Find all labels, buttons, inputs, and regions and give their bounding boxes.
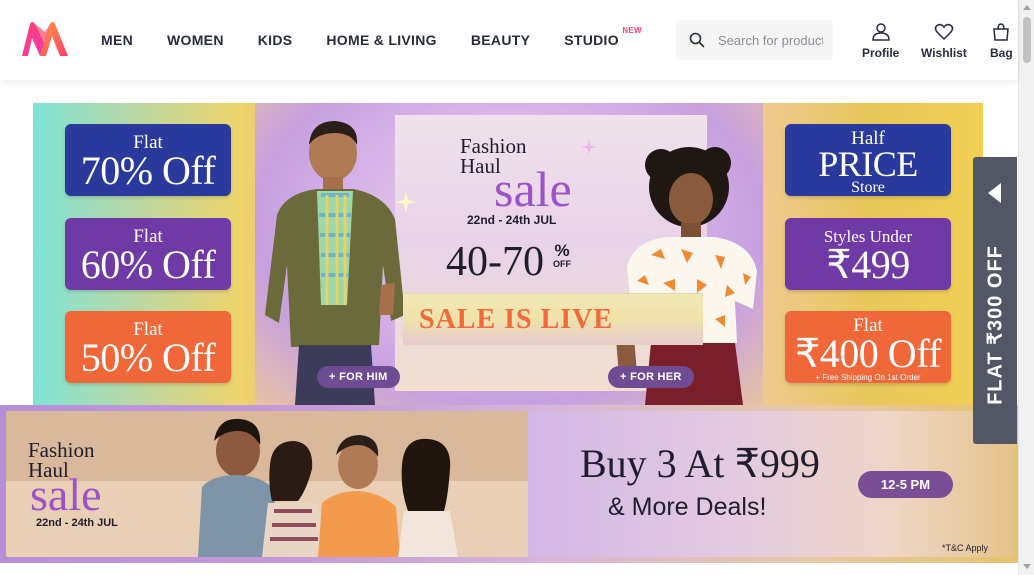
nav-studio[interactable]: STUDIO NEW bbox=[547, 0, 641, 80]
profile-label: Profile bbox=[862, 46, 900, 60]
side-tab-label: FLAT ₹300 OFF bbox=[984, 245, 1007, 405]
nav-label: STUDIO bbox=[564, 32, 619, 48]
tile-big-text: PRICE bbox=[818, 144, 918, 184]
wishlist-button[interactable]: Wishlist bbox=[921, 22, 967, 60]
banner2-dates: 22nd - 24th JUL bbox=[36, 517, 118, 529]
scroll-up-icon[interactable] bbox=[1023, 5, 1031, 10]
tile-flat-70[interactable]: Flat 70% Off bbox=[65, 124, 231, 196]
sparkle-icon bbox=[395, 191, 417, 213]
page: MEN WOMEN KIDS HOME & LIVING BEAUTY STUD… bbox=[0, 0, 1034, 575]
tile-small-text: Store bbox=[851, 179, 885, 196]
heart-icon bbox=[934, 23, 954, 41]
nav-kids[interactable]: KIDS bbox=[241, 0, 310, 80]
header: MEN WOMEN KIDS HOME & LIVING BEAUTY STUD… bbox=[0, 0, 1018, 80]
search-input[interactable] bbox=[718, 32, 823, 48]
profile-icon bbox=[871, 23, 890, 41]
profile-button[interactable]: Profile bbox=[862, 22, 899, 60]
tile-big-text: 60% Off bbox=[80, 242, 216, 287]
for-him-button[interactable]: + FOR HIM bbox=[317, 366, 400, 388]
nav-label: MEN bbox=[101, 32, 134, 48]
center-panel: Fashion Haul sale 22nd - 24th JUL 40-70 %… bbox=[255, 103, 763, 405]
nav-home-living[interactable]: HOME & LIVING bbox=[309, 0, 453, 80]
more-deals-text: & More Deals! bbox=[608, 493, 767, 521]
tile-big-text: 50% Off bbox=[80, 335, 216, 380]
nav-label: KIDS bbox=[257, 32, 293, 48]
man-model-image bbox=[265, 121, 405, 405]
tile-big-text: ₹499 bbox=[826, 242, 910, 287]
next-section-edge bbox=[0, 563, 1018, 575]
tile-styles-under[interactable]: Styles Under ₹499 bbox=[785, 218, 951, 290]
discount-suffix: % OFF bbox=[553, 241, 571, 269]
vertical-scrollbar[interactable] bbox=[1018, 0, 1034, 575]
tile-flat-60[interactable]: Flat 60% Off bbox=[65, 218, 231, 290]
time-pill: 12-5 PM bbox=[858, 471, 953, 498]
tc-note: *T&C Apply bbox=[942, 543, 989, 553]
search-icon[interactable] bbox=[676, 20, 718, 60]
flat-300-off-side-tab[interactable]: FLAT ₹300 OFF bbox=[973, 157, 1017, 444]
search-bar[interactable] bbox=[676, 20, 833, 60]
scroll-down-icon[interactable] bbox=[1023, 564, 1031, 569]
sale-word: sale bbox=[494, 161, 572, 217]
nav-label: WOMEN bbox=[167, 32, 224, 48]
percent-sign: % bbox=[554, 241, 570, 260]
off-label: OFF bbox=[553, 259, 571, 269]
tile-big-text: ₹400 Off bbox=[794, 331, 942, 376]
chevron-left-icon bbox=[988, 183, 1001, 203]
myntra-logo[interactable] bbox=[20, 20, 70, 58]
sale-dates: 22nd - 24th JUL bbox=[467, 213, 557, 227]
bag-label: Bag bbox=[990, 46, 1013, 60]
for-her-button[interactable]: + FOR HER bbox=[608, 366, 694, 388]
bag-button[interactable]: Bag bbox=[990, 22, 1013, 60]
bag-icon bbox=[993, 23, 1010, 41]
new-badge: NEW bbox=[622, 26, 642, 35]
nav-label: BEAUTY bbox=[470, 32, 531, 48]
scroll-thumb[interactable] bbox=[1023, 17, 1031, 63]
tile-half-price[interactable]: Half PRICE Store bbox=[785, 124, 951, 196]
sale-live-text: SALE IS LIVE bbox=[419, 304, 614, 335]
nav-men[interactable]: MEN bbox=[84, 0, 150, 80]
nav-women[interactable]: WOMEN bbox=[150, 0, 241, 80]
main-nav: MEN WOMEN KIDS HOME & LIVING BEAUTY STUD… bbox=[84, 0, 642, 80]
wishlist-label: Wishlist bbox=[921, 46, 967, 60]
tile-flat-400[interactable]: Flat ₹400 Off + Free Shipping On 1st Ord… bbox=[785, 311, 951, 383]
fashion-haul-banner[interactable]: Flat 70% Off Flat 60% Off Flat 50% Off F… bbox=[33, 103, 983, 405]
sparkle-icon bbox=[581, 139, 597, 155]
tile-flat-50[interactable]: Flat 50% Off bbox=[65, 311, 231, 383]
tile-big-text: 70% Off bbox=[80, 148, 216, 193]
nav-beauty[interactable]: BEAUTY bbox=[454, 0, 547, 80]
buy3-headline: Buy 3 At ₹999 bbox=[580, 441, 820, 486]
nav-label: HOME & LIVING bbox=[326, 32, 437, 48]
banner2-sale-word: sale bbox=[30, 469, 102, 520]
discount-range: 40-70 bbox=[446, 239, 544, 285]
